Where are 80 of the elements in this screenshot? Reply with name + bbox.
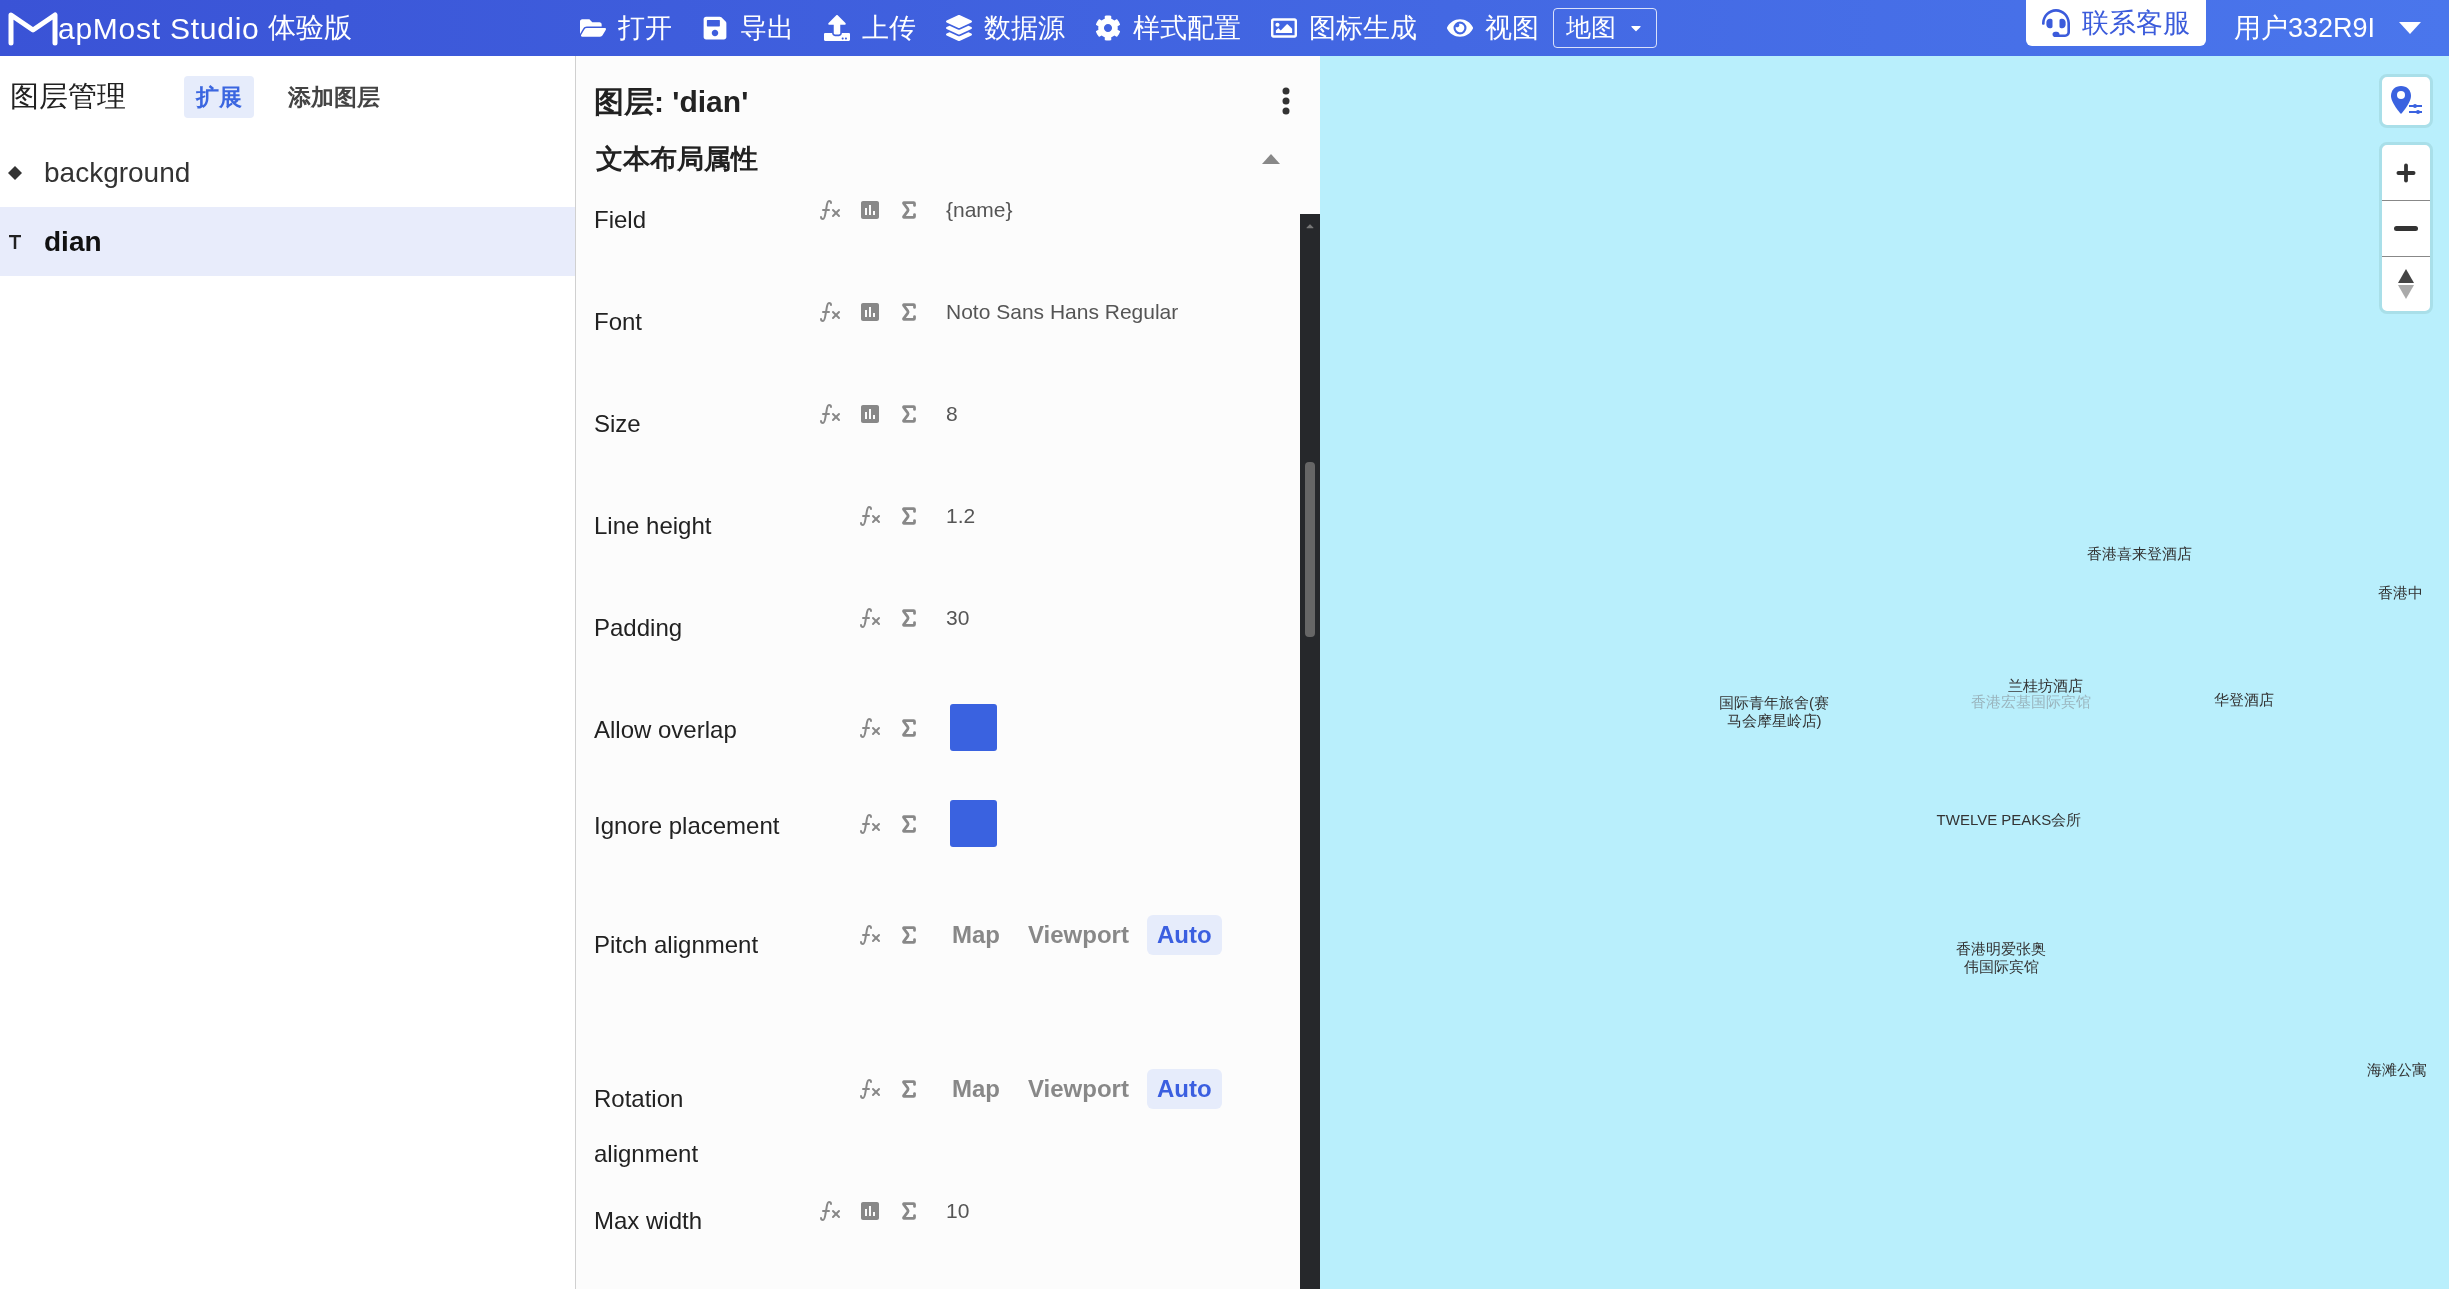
map-label: 香港明爱张奥伟国际宾馆: [1955, 940, 2047, 976]
panel-action-button[interactable]: 添加图层: [276, 75, 392, 119]
layers-icon: [946, 15, 972, 41]
property-label: Font: [594, 306, 644, 337]
option-button[interactable]: Viewport: [1018, 1068, 1139, 1109]
function-icon[interactable]: [818, 299, 842, 324]
map-label: 兰桂坊酒店: [2007, 677, 2083, 694]
property-label: Line height: [594, 511, 713, 541]
function-icon[interactable]: [858, 1076, 882, 1101]
map-label: TWELVE PEAKS会所: [1936, 811, 2082, 829]
scrollbar-thumb[interactable]: [1305, 462, 1315, 637]
checkbox[interactable]: [950, 800, 997, 848]
function-icon[interactable]: [858, 922, 882, 947]
function-icon[interactable]: [858, 811, 882, 836]
option-button[interactable]: Viewport: [1018, 914, 1139, 955]
property-label: Allow overlap: [594, 715, 738, 746]
property-value[interactable]: 1.2: [936, 500, 976, 532]
image-icon: [1271, 15, 1297, 41]
map-label: 海滩公寓: [2367, 1061, 2427, 1079]
property-value[interactable]: 30: [936, 602, 970, 634]
function-icon[interactable]: [818, 197, 842, 222]
option-button[interactable]: Auto: [1146, 1068, 1222, 1109]
option-button[interactable]: Map: [942, 914, 1010, 955]
text-type-icon: [8, 234, 22, 249]
map-label: 香港宏基国际宾馆: [1971, 693, 2091, 711]
menu-button[interactable]: 视图: [1447, 7, 1539, 49]
map-view[interactable]: 香港喜来登酒店 香港中 国际青年旅舍(赛马会摩星岭店) 兰桂坊酒店 香港宏基国际宾馆 华登酒店 TWELVE PEAKS会所 香港明爱张奥伟国际宾馆 海滩公寓: [1320, 56, 2449, 1289]
property-label: Rotation alignment: [594, 1083, 700, 1169]
property-value[interactable]: 10: [936, 1194, 970, 1227]
edition-label: 体验版: [267, 11, 352, 45]
caret-icon: [2399, 22, 2421, 34]
editor-title: 图层: 'dian': [594, 83, 749, 120]
property-label: Field: [594, 204, 648, 235]
map-label: 国际青年旅舍(赛马会摩星岭店): [1718, 694, 1830, 730]
menu-button[interactable]: 上传: [824, 7, 916, 49]
layer-name: background: [44, 155, 191, 190]
logo-icon: [8, 10, 58, 46]
menu-button[interactable]: 样式配置: [1095, 7, 1241, 49]
menu-button[interactable]: 图标生成: [1271, 7, 1417, 49]
property-label: Size: [594, 408, 642, 439]
layer-item[interactable]: background: [0, 138, 575, 207]
location-filter-button[interactable]: [2379, 74, 2433, 128]
support-button[interactable]: 联系客服: [2025, 0, 2206, 46]
panel-action-button[interactable]: 扩展: [184, 75, 254, 119]
function-icon[interactable]: [858, 605, 882, 630]
layer-name: dian: [44, 224, 102, 259]
property-label: Ignore placement: [594, 811, 781, 842]
property-value[interactable]: {name}: [936, 193, 1013, 226]
panel-title: 图层管理: [10, 79, 126, 115]
section-header[interactable]: 文本布局属性: [576, 132, 1300, 186]
property-value[interactable]: Noto Sans Hans Regular: [936, 295, 1179, 328]
map-label: 华登酒店: [2214, 691, 2274, 709]
menu-button[interactable]: 导出: [702, 7, 794, 49]
compass-icon: [2397, 268, 2415, 300]
map-label: 香港喜来登酒店: [2086, 545, 2192, 563]
function-icon[interactable]: [858, 503, 882, 528]
scrollbar[interactable]: [1300, 214, 1320, 1289]
user-menu[interactable]: 用户332R9I: [2205, 7, 2449, 49]
checkbox[interactable]: [950, 704, 997, 752]
property-value[interactable]: 8: [936, 397, 958, 430]
function-icon[interactable]: [818, 1198, 842, 1223]
minus-icon: [2394, 226, 2418, 231]
property-label: Pitch alignment: [594, 929, 760, 960]
gear-icon: [1095, 15, 1121, 41]
option-button[interactable]: Map: [942, 1068, 1010, 1109]
brand-name: apMost Studio: [58, 10, 260, 47]
more-options-icon[interactable]: [1282, 87, 1290, 115]
option-button[interactable]: Auto: [1146, 914, 1222, 955]
view-select[interactable]: 地图: [1553, 8, 1657, 48]
diamond-icon: [8, 165, 22, 180]
headset-icon: [2041, 9, 2070, 37]
upload-icon: [824, 15, 850, 41]
function-icon[interactable]: [818, 401, 842, 426]
property-label: Padding: [594, 613, 684, 644]
menu-button[interactable]: 打开: [580, 7, 672, 49]
layer-item[interactable]: dian: [0, 207, 575, 276]
property-label: Max width: [594, 1205, 704, 1236]
map-label: 香港中: [2377, 584, 2423, 602]
function-icon[interactable]: [858, 715, 882, 740]
menu-button[interactable]: 数据源: [946, 7, 1065, 49]
